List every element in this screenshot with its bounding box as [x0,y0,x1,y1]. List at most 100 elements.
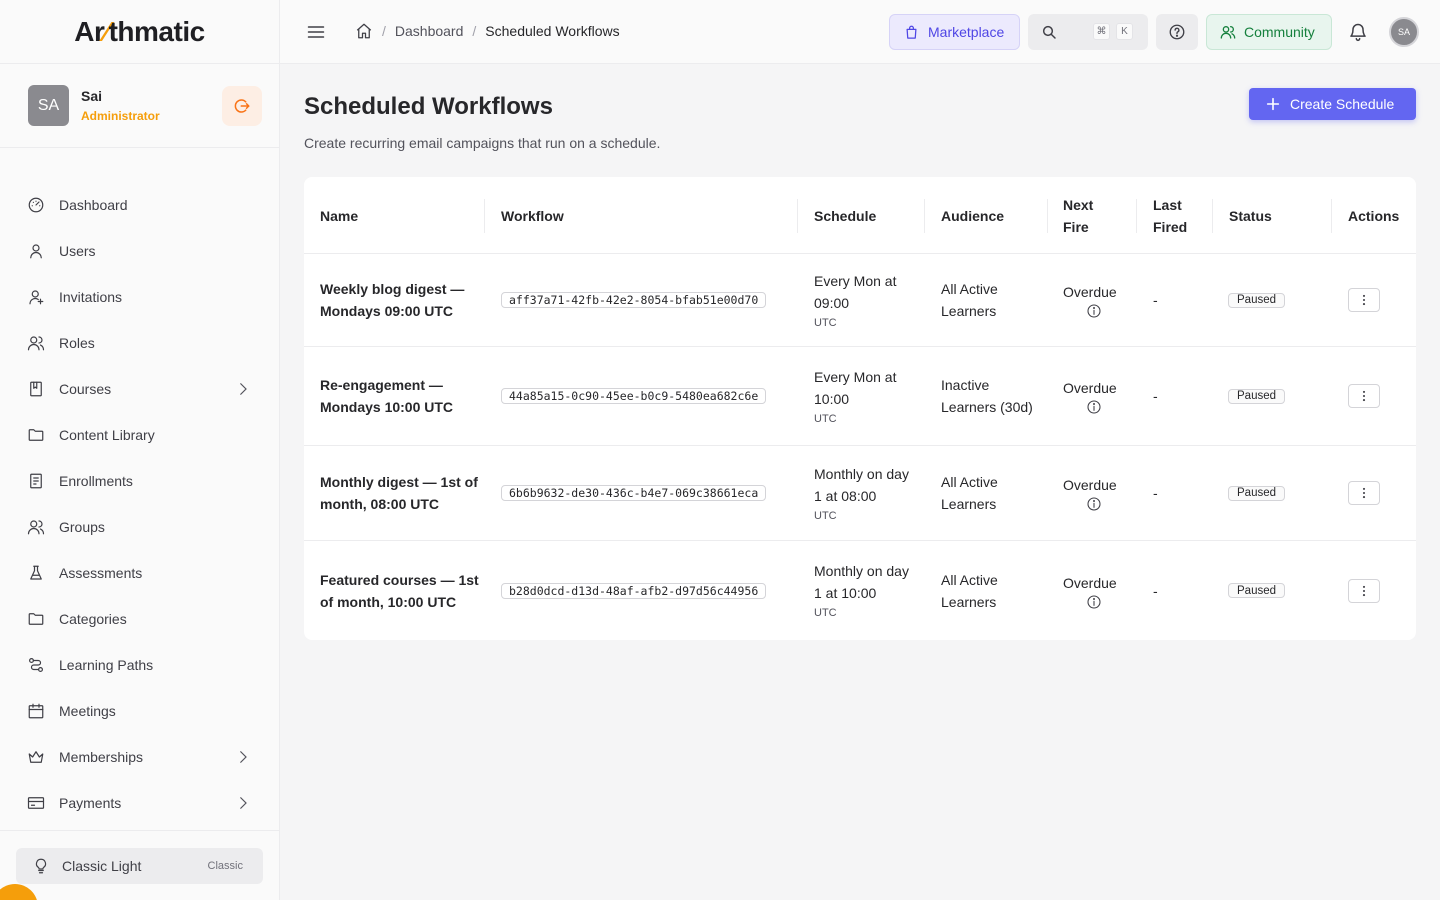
row-actions-button[interactable] [1348,578,1380,603]
schedule-name: Featured courses — 1st of month, 10:00 U… [320,571,479,610]
workflow-id[interactable]: aff37a71-42fb-42e2-8054-bfab51e00d70 [501,292,767,308]
sidebar-item-label: Invitations [59,289,123,305]
workflow-id[interactable]: b28d0dcd-d13d-48af-afb2-d97d56c44956 [501,582,767,599]
last-fired: - [1153,292,1158,308]
sidebar-item-label: Courses [59,381,112,397]
actions-cell [1348,347,1388,445]
home-icon[interactable] [355,22,373,40]
hamburger-menu-icon[interactable] [306,22,326,42]
schedule-cell: Every Mon at 09:00 UTC [814,254,919,346]
user-avatar-menu[interactable]: SA [1389,17,1419,47]
row-actions-button[interactable] [1348,288,1380,312]
schedules-table: Name Workflow Schedule Audience Next Fir… [304,177,1416,640]
top-header: / Dashboard / Scheduled Workflows Market… [280,0,1440,64]
chevron-right-icon[interactable] [234,380,252,398]
sidebar-item-categories[interactable]: Categories [0,596,280,642]
workflow-cell: aff37a71-42fb-42e2-8054-bfab51e00d70 [501,254,791,346]
search-button[interactable]: ⌘ K [1028,14,1148,50]
table-row[interactable]: Monthly digest — 1st of month, 08:00 UTC… [304,446,1416,541]
chevron-right-icon[interactable] [234,794,252,812]
users-icon [27,334,45,352]
sidebar-item-dashboard[interactable]: Dashboard [0,182,280,228]
col-divider [797,199,798,233]
sidebar: Ar⁄thmatic SA Sai Administrator Dashboar… [0,0,280,900]
credit-card-icon [27,794,45,812]
actions-cell [1348,541,1388,640]
user-plus-icon [27,288,45,306]
sidebar-item-label: Roles [59,335,95,351]
sidebar-item-label: Meetings [59,703,116,719]
sidebar-item-users[interactable]: Users [0,228,280,274]
status-cell: Paused [1228,254,1318,346]
logout-button[interactable] [222,86,262,126]
breadcrumb: / Dashboard / Scheduled Workflows [355,22,620,40]
sidebar-item-payments[interactable]: Payments [0,780,280,826]
table-row[interactable]: Featured courses — 1st of month, 10:00 U… [304,541,1416,640]
audience: All Active Learners [941,571,998,610]
logout-icon [234,99,250,113]
status-badge: Paused [1228,292,1286,308]
col-divider [924,199,925,233]
chevron-right-icon[interactable] [234,748,252,766]
sidebar-item-learning-paths[interactable]: Learning Paths [0,642,280,688]
sidebar-item-memberships[interactable]: Memberships [0,734,280,780]
sidebar-item-label: Learning Paths [59,657,154,673]
col-schedule: Schedule [814,207,877,224]
status-cell: Paused [1228,347,1318,445]
sidebar-item-label: Payments [59,795,122,811]
profile-name: Sai [81,88,103,104]
theme-switcher[interactable]: Classic Light Classic [16,848,263,884]
info-icon[interactable] [1086,303,1102,319]
col-divider [1331,199,1332,233]
status-badge: Paused [1228,485,1286,501]
info-icon[interactable] [1086,399,1102,415]
community-button[interactable]: Community [1206,14,1332,50]
brand-logo[interactable]: Ar⁄thmatic [74,16,205,48]
sidebar-item-roles[interactable]: Roles [0,320,280,366]
last-fired: - [1153,388,1158,404]
more-vertical-icon [1357,584,1371,598]
next-fire-cell: Overdue [1063,446,1133,540]
schedule-text: Every Mon at 09:00 [814,272,897,311]
actions-cell [1348,254,1388,346]
row-actions-button[interactable] [1348,384,1380,408]
sidebar-item-invitations[interactable]: Invitations [0,274,280,320]
help-button[interactable] [1156,14,1198,50]
user-icon [27,242,45,260]
create-schedule-button[interactable]: Create Schedule [1249,88,1416,120]
col-next-fire: Next Fire [1063,196,1094,235]
next-fire-text: Overdue [1063,477,1117,493]
audience: All Active Learners [941,474,998,512]
table-row[interactable]: Re-engagement — Mondays 10:00 UTC 44a85a… [304,347,1416,446]
workflow-cell: 44a85a15-0c90-45ee-b0c9-5480ea682c6e [501,347,791,445]
workflow-cell: 6b6b9632-de30-436c-b4e7-069c38661eca [501,446,791,540]
marketplace-label: Marketplace [928,24,1005,40]
workflow-id[interactable]: 6b6b9632-de30-436c-b4e7-069c38661eca [501,485,767,501]
col-divider [1047,199,1048,233]
sidebar-item-groups[interactable]: Groups [0,504,280,550]
info-icon[interactable] [1086,496,1102,512]
theme-label: Classic Light [62,858,142,874]
row-actions-button[interactable] [1348,481,1380,505]
schedule-timezone: UTC [814,509,837,522]
sidebar-item-meetings[interactable]: Meetings [0,688,280,734]
calendar-icon [27,702,45,720]
flask-icon [27,564,45,582]
sidebar-item-courses[interactable]: Courses [0,366,280,412]
table-row[interactable]: Weekly blog digest — Mondays 09:00 UTC a… [304,254,1416,347]
folder-icon [27,426,45,444]
breadcrumb-separator: / [382,23,386,39]
sidebar-item-content-library[interactable]: Content Library [0,412,280,458]
breadcrumb-dashboard[interactable]: Dashboard [395,23,464,39]
bell-icon[interactable] [1348,22,1368,42]
book-icon [27,380,45,398]
col-status: Status [1229,207,1272,224]
info-icon[interactable] [1086,594,1102,610]
workflow-id[interactable]: 44a85a15-0c90-45ee-b0c9-5480ea682c6e [501,388,767,404]
plus-icon [1266,97,1280,111]
col-actions: Actions [1348,207,1400,224]
sidebar-item-assessments[interactable]: Assessments [0,550,280,596]
next-fire-text: Overdue [1063,284,1117,300]
marketplace-button[interactable]: Marketplace [889,14,1020,50]
sidebar-item-enrollments[interactable]: Enrollments [0,458,280,504]
